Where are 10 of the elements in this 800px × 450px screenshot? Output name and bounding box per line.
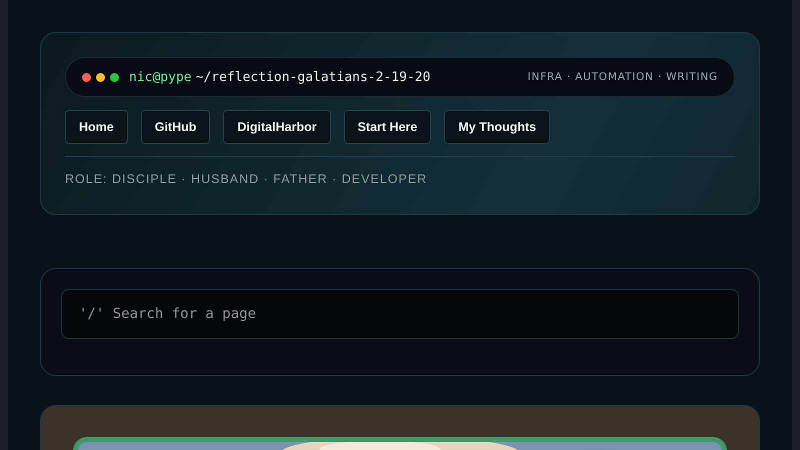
nav-button[interactable]: Start Here [344,110,432,144]
tagline: INFRA · AUTOMATION · WRITING [528,71,718,83]
search-field[interactable]: '/' Search for a page [61,289,739,339]
nav-button[interactable]: DigitalHarbor [223,110,331,144]
nav-button[interactable]: GitHub [140,110,210,144]
terminal-path: ~/reflection-galatians-2-19-20 [196,70,430,84]
role-text: ROLE: DISCIPLE · HUSBAND · FATHER · DEVELOPER [65,172,428,186]
nav-button[interactable]: Home [65,110,128,144]
nav-button[interactable]: My Thoughts [444,110,550,144]
terminal-user: nic@pype [129,70,192,84]
